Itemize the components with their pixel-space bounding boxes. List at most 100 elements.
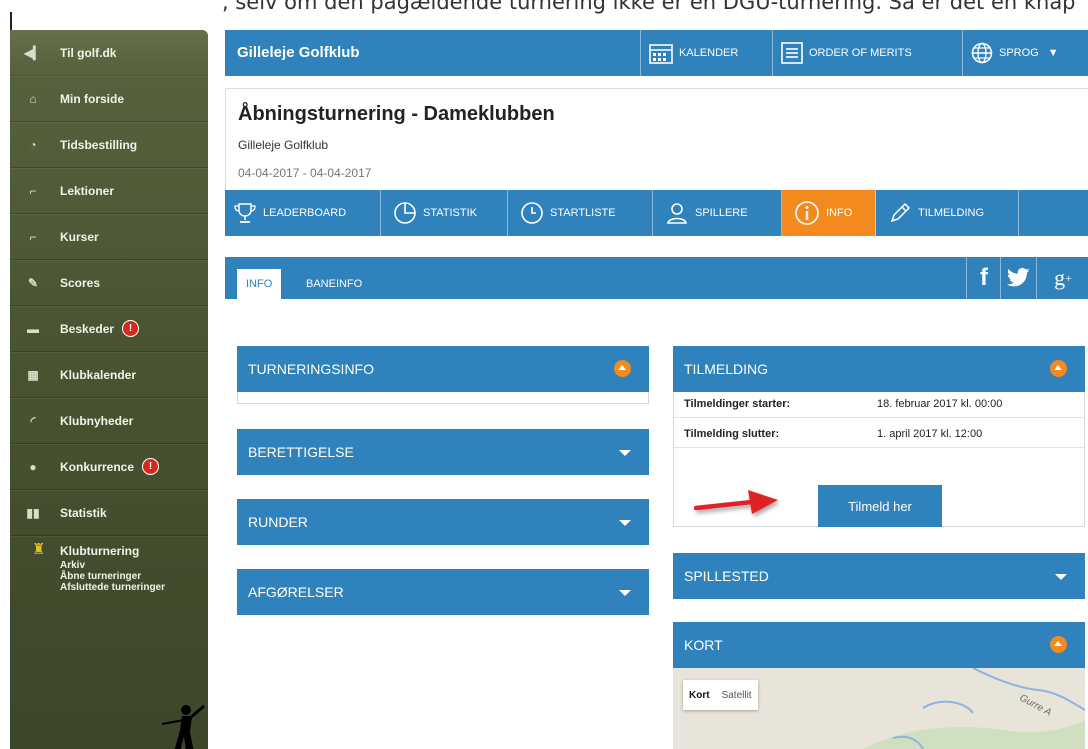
sidebar-item-min-forside[interactable]: ⌂ Min forside xyxy=(10,76,208,122)
tab-spillere[interactable]: SPILLERE xyxy=(653,190,782,236)
globe-icon xyxy=(971,42,993,64)
tab-leaderboard[interactable]: LEADERBOARD xyxy=(225,190,381,236)
row-value: 18. februar 2017 kl. 00:00 xyxy=(877,398,1003,410)
sidebar-item-scores[interactable]: ✎ Scores xyxy=(10,260,208,306)
tournament-dates: 04-04-2017 - 04-04-2017 xyxy=(238,166,372,180)
scores-icon: ✎ xyxy=(27,275,39,290)
tab-tilmelding[interactable]: TILMELDING xyxy=(876,190,1019,236)
klubturnering-submenu: Arkiv Åbne turneringer Afsluttede turner… xyxy=(60,560,165,593)
map-type-control: Kort Satellit xyxy=(683,680,758,710)
chevron-down-icon xyxy=(1055,574,1067,580)
clock-icon: ◔ xyxy=(29,137,37,152)
tab-label: INFO xyxy=(826,207,853,219)
section-title: KORT xyxy=(684,637,723,653)
section-title: RUNDER xyxy=(248,514,308,530)
submenu-link-aabne[interactable]: Åbne turneringer xyxy=(60,571,165,582)
submenu-link-arkiv[interactable]: Arkiv xyxy=(60,560,165,571)
sidebar-item-lektioner[interactable]: ⌐ Lektioner xyxy=(10,168,208,214)
sidebar-item-label: Beskeder xyxy=(60,321,115,336)
section-title: AFGØRELSER xyxy=(248,584,344,600)
calendar-icon xyxy=(649,44,673,64)
order-of-merits-button[interactable]: ORDER OF MERITS xyxy=(772,30,962,76)
chevron-down-icon xyxy=(619,450,631,456)
tournament-header: Åbningsturnering - Dameklubben Gilleleje… xyxy=(225,88,1088,192)
sidebar-item-beskeder[interactable]: ▬ Beskeder ! xyxy=(10,306,208,352)
sidebar-item-label: Min forside xyxy=(60,91,125,106)
language-button[interactable]: SPROG ▼ xyxy=(962,30,1088,76)
tab-label: TILMELDING xyxy=(918,207,985,219)
pie-chart-icon xyxy=(394,202,416,224)
tournament-tabs: LEADERBOARD STATISTIK STARTLISTE SPILLER… xyxy=(225,190,1088,236)
red-arrow-icon xyxy=(694,490,778,514)
sidebar-item-label: Konkurrence xyxy=(60,459,135,474)
sidebar-item-kurser[interactable]: ⌐ Kurser xyxy=(10,214,208,260)
row-key: Tilmeldinger starter: xyxy=(684,398,791,410)
row-value: 1. april 2017 kl. 12:00 xyxy=(877,428,983,440)
map-type-kort[interactable]: Kort xyxy=(683,690,716,701)
bar-chart-icon: ▮▮ xyxy=(26,505,40,520)
clock-icon xyxy=(521,202,543,224)
sidebar-item-label: Scores xyxy=(60,275,101,290)
registration-start-row: Tilmeldinger starter: 18. februar 2017 k… xyxy=(674,392,1084,418)
tab-statistik[interactable]: STATISTIK xyxy=(381,190,508,236)
top-caption-strip: , selv om den pågældende turnering ikke … xyxy=(0,0,1088,30)
sidebar-item-klubkalender[interactable]: ▦ Klubkalender xyxy=(10,352,208,398)
chevron-down-icon xyxy=(619,520,631,526)
tab-label: LEADERBOARD xyxy=(263,207,347,219)
tab-label: SPILLERE xyxy=(695,207,748,219)
section-title: TILMELDING xyxy=(684,361,769,377)
register-button[interactable]: Tilmeld her xyxy=(818,485,942,527)
player-icon xyxy=(667,203,687,224)
calendar-icon: ▦ xyxy=(27,367,39,382)
sidebar-item-tidsbestilling[interactable]: ◔ Tidsbestilling xyxy=(10,122,208,168)
rss-icon: ◜ xyxy=(30,413,36,428)
tab-label: STATISTIK xyxy=(423,207,477,219)
list-icon xyxy=(781,42,803,64)
section-title: SPILLESTED xyxy=(684,568,769,584)
sidebar-item-konkurrence[interactable]: ● Konkurrence ! xyxy=(10,444,208,490)
sidebar: ◀▎ Til golf.dk ⌂ Min forside ◔ Tidsbesti… xyxy=(10,30,208,749)
section-spillested[interactable]: SPILLESTED xyxy=(673,553,1085,599)
submenu-link-afsluttede[interactable]: Afsluttede turneringer xyxy=(60,582,165,593)
chevron-down-icon xyxy=(619,590,631,596)
section-runder[interactable]: RUNDER xyxy=(237,499,649,545)
order-of-merits-label: ORDER OF MERITS xyxy=(809,47,912,59)
map-view[interactable]: Kort Satellit Gurre A xyxy=(673,668,1085,749)
caption-text: , selv om den pågældende turnering ikke … xyxy=(222,0,1076,14)
sidebar-item-til-golf[interactable]: ◀▎ Til golf.dk xyxy=(10,30,208,76)
club-name[interactable]: Gilleleje Golfklub xyxy=(237,44,360,61)
google-plus-icon[interactable]: g + xyxy=(1036,257,1088,299)
section-berettigelse[interactable]: BERETTIGELSE xyxy=(237,429,649,475)
tab-startliste[interactable]: STARTLISTE xyxy=(508,190,653,236)
section-tilmelding[interactable]: TILMELDING xyxy=(673,346,1085,392)
map-type-satellit[interactable]: Satellit xyxy=(716,690,758,701)
pen-icon xyxy=(890,202,911,223)
trophy-icon xyxy=(234,203,256,223)
facebook-icon[interactable]: f xyxy=(966,257,1001,299)
sidebar-item-label: Klubnyheder xyxy=(60,413,134,428)
club-topbar: Gilleleje Golfklub KALENDER ORDER OF MER… xyxy=(225,30,1088,76)
golf-club-icon: ⌐ xyxy=(29,229,37,244)
alert-badge: ! xyxy=(142,458,160,475)
caption-mark xyxy=(10,12,12,30)
section-afgoerelser[interactable]: AFGØRELSER xyxy=(237,569,649,615)
golfer-silhouette-icon xyxy=(161,704,205,749)
subtab-baneinfo[interactable]: BANEINFO xyxy=(306,269,362,299)
twitter-icon[interactable] xyxy=(1000,257,1037,299)
sidebar-item-klubturnering[interactable]: Klubturnering xyxy=(60,544,139,558)
row-key: Tilmelding slutter: xyxy=(684,428,780,440)
message-icon: ▬ xyxy=(27,321,39,336)
sidebar-item-statistik[interactable]: ▮▮ Statistik xyxy=(10,490,208,536)
section-turneringsinfo[interactable]: TURNERINGSINFO xyxy=(237,346,649,392)
calendar-button[interactable]: KALENDER xyxy=(640,30,770,76)
page-title: Åbningsturnering - Dameklubben xyxy=(238,103,555,125)
sidebar-item-label: Til golf.dk xyxy=(60,45,117,60)
chevron-down-icon: ▼ xyxy=(1047,47,1059,59)
tab-info[interactable]: INFO xyxy=(782,190,876,236)
sidebar-item-klubnyheder[interactable]: ◜ Klubnyheder xyxy=(10,398,208,444)
info-subtabs: INFO BANEINFO f g + xyxy=(225,257,1088,299)
sidebar-item-label: Lektioner xyxy=(60,183,115,198)
globe-icon: ● xyxy=(29,459,37,474)
subtab-info[interactable]: INFO xyxy=(237,269,282,299)
section-kort[interactable]: KORT xyxy=(673,622,1085,668)
